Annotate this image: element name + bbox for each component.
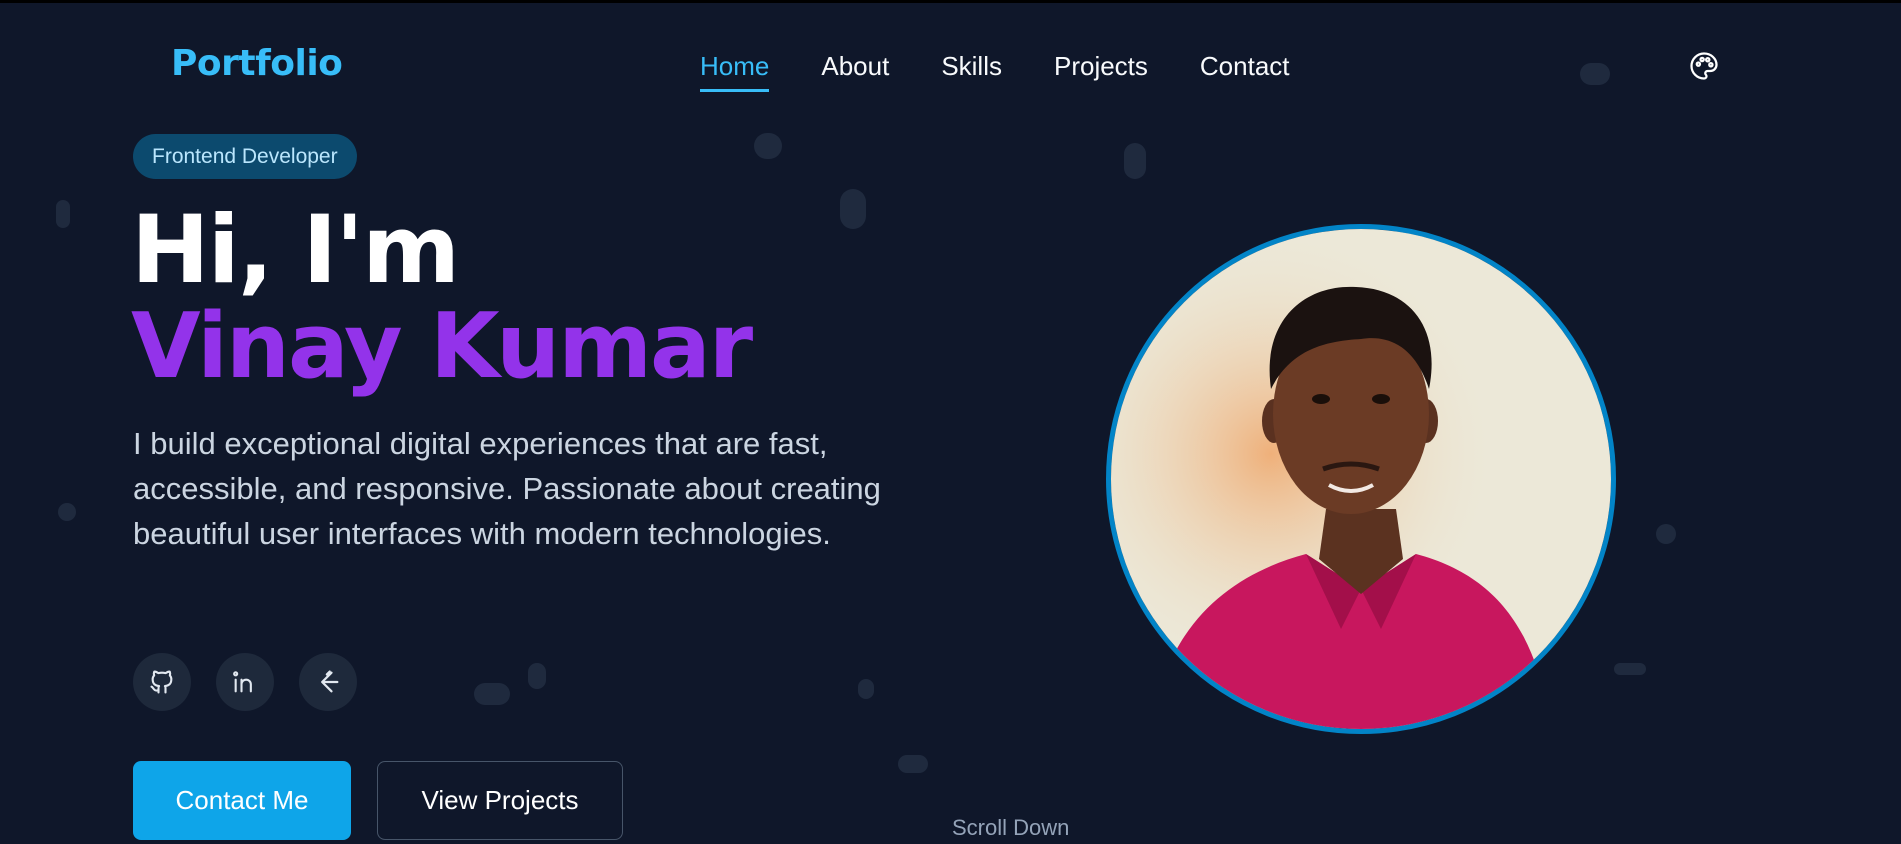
hero-greeting: Hi, I'm bbox=[131, 196, 460, 305]
decorative-blob bbox=[56, 200, 70, 228]
theme-palette-button[interactable] bbox=[1688, 50, 1720, 82]
decorative-blob bbox=[1124, 143, 1146, 179]
nav-about-link[interactable]: About bbox=[821, 51, 889, 92]
profile-photo bbox=[1106, 224, 1616, 734]
leetcode-icon bbox=[321, 670, 339, 693]
main-nav: Home About Skills Projects Contact bbox=[700, 51, 1342, 92]
decorative-blob bbox=[840, 189, 866, 229]
decorative-blob bbox=[1656, 524, 1676, 544]
github-link[interactable] bbox=[133, 653, 191, 711]
decorative-blob bbox=[58, 503, 76, 521]
decorative-blob bbox=[474, 683, 510, 705]
palette-icon bbox=[1690, 52, 1718, 80]
decorative-blob bbox=[858, 679, 874, 699]
decorative-blob bbox=[528, 663, 546, 689]
nav-skills-link[interactable]: Skills bbox=[941, 51, 1002, 92]
decorative-blob bbox=[1614, 663, 1646, 675]
linkedin-link[interactable] bbox=[216, 653, 274, 711]
decorative-blob bbox=[1580, 63, 1610, 85]
leetcode-link[interactable] bbox=[299, 653, 357, 711]
role-badge: Frontend Developer bbox=[133, 134, 357, 179]
site-logo[interactable]: Portfolio bbox=[171, 43, 343, 84]
hero-name: Vinay Kumar bbox=[131, 294, 753, 399]
nav-contact-link[interactable]: Contact bbox=[1200, 51, 1290, 92]
linkedin-icon bbox=[233, 671, 252, 693]
decorative-blob bbox=[898, 755, 928, 773]
decorative-blob bbox=[754, 133, 782, 159]
nav-home-link[interactable]: Home bbox=[700, 51, 770, 92]
nav-projects-link[interactable]: Projects bbox=[1054, 51, 1148, 92]
github-icon bbox=[150, 670, 173, 694]
view-projects-button[interactable]: View Projects bbox=[377, 761, 623, 840]
hero-description: I build exceptional digital experiences … bbox=[133, 426, 881, 551]
social-links bbox=[133, 653, 382, 711]
scroll-down-hint[interactable]: Scroll Down bbox=[952, 815, 1069, 841]
contact-me-button[interactable]: Contact Me bbox=[133, 761, 351, 840]
